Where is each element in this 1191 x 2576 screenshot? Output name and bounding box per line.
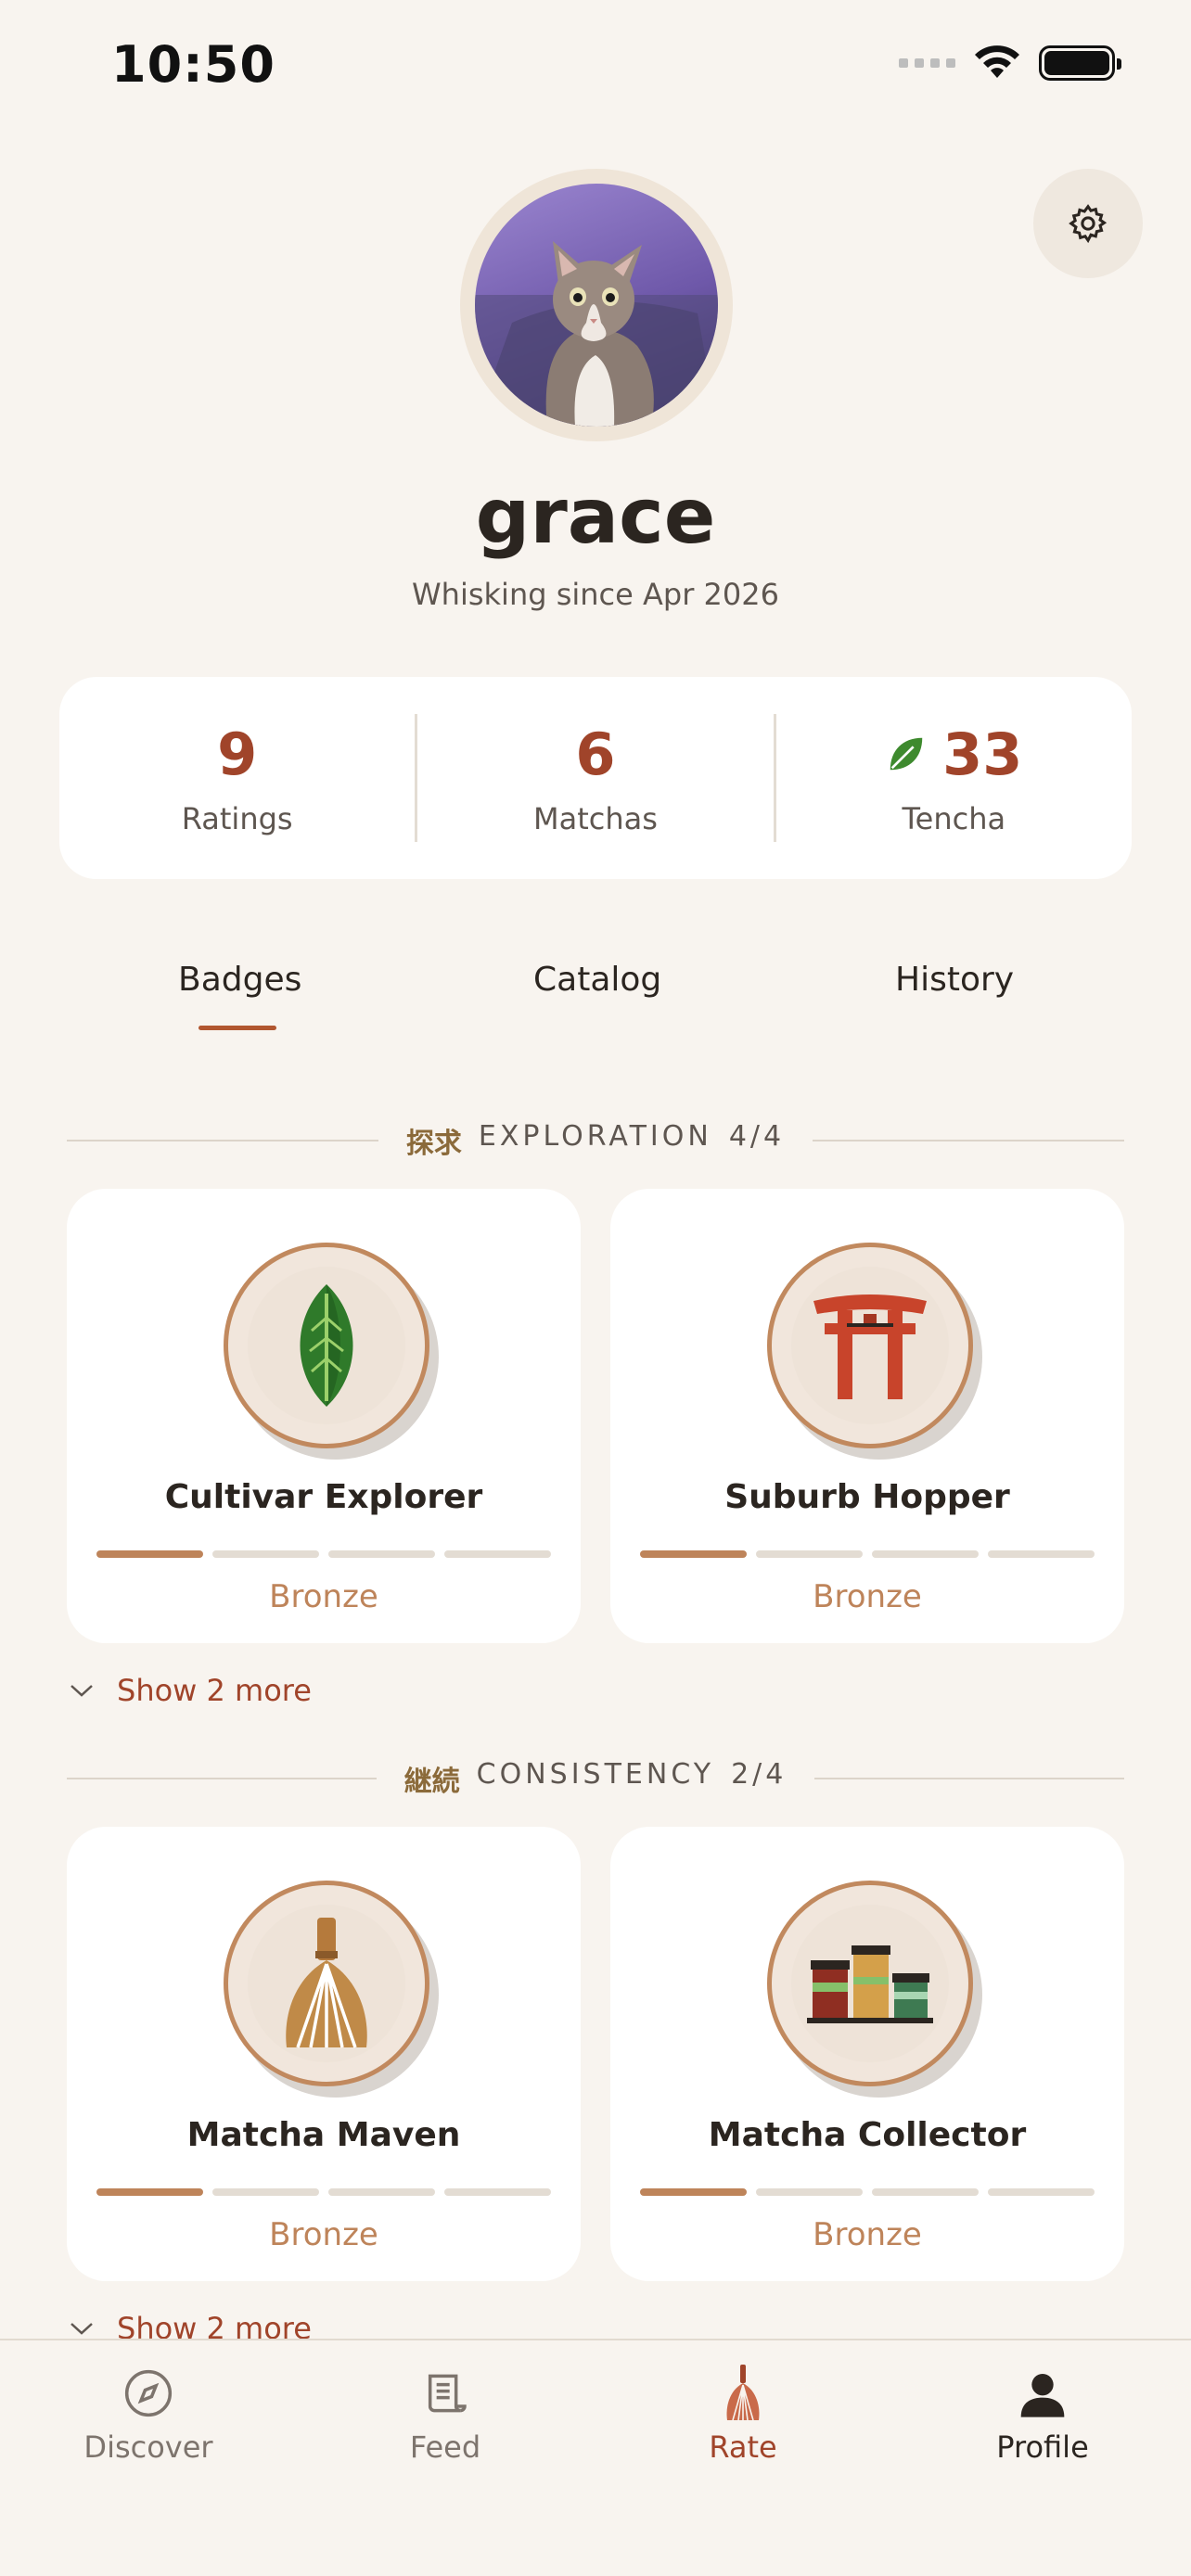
stat-tencha[interactable]: 33 Tencha <box>776 721 1132 836</box>
badge-card-matcha-maven[interactable]: Matcha Maven Bronze <box>67 1827 581 2281</box>
nav-label: Profile <box>996 2429 1089 2465</box>
torii-gate-icon <box>813 1294 927 1399</box>
status-icons <box>899 45 1121 82</box>
tea-tins-icon <box>807 1945 933 2023</box>
badge-medal <box>224 1243 429 1448</box>
nav-label: Feed <box>409 2429 481 2465</box>
status-time: 10:50 <box>111 35 275 94</box>
section-title: EXPLORATION <box>478 1120 712 1153</box>
badge-progress <box>640 1550 1095 1558</box>
stat-ratings[interactable]: 9 Ratings <box>59 721 415 836</box>
compass-icon <box>124 2369 173 2417</box>
stat-value: 9 <box>217 720 258 788</box>
badge-tier: Bronze <box>813 2216 922 2253</box>
nav-label: Discover <box>83 2429 213 2465</box>
cellular-signal-icon <box>899 58 955 68</box>
stat-value: 6 <box>575 720 616 788</box>
section-kanji: 探求 <box>405 1128 462 1160</box>
badge-name: Suburb Hopper <box>724 1478 1010 1516</box>
nav-profile[interactable]: Profile <box>950 2361 1135 2465</box>
whisk-icon <box>726 2365 760 2421</box>
leaf-icon <box>890 737 923 771</box>
badge-medal <box>224 1881 429 2086</box>
leaf-icon <box>300 1284 353 1407</box>
profile-since: Whisking since Apr 2026 <box>412 577 779 612</box>
stat-label: Ratings <box>181 800 293 836</box>
section-count: 2/4 <box>731 1758 788 1791</box>
avatar-ring[interactable] <box>460 169 733 441</box>
gear-icon <box>1069 204 1108 244</box>
battery-icon <box>1039 45 1121 81</box>
nav-rate[interactable]: Rate <box>650 2361 836 2465</box>
stat-matchas[interactable]: 6 Matchas <box>417 721 773 836</box>
badge-progress <box>96 2188 551 2196</box>
show-more-exploration[interactable]: Show 2 more <box>69 1673 312 1708</box>
badge-medal <box>767 1881 973 2086</box>
badge-card-cultivar-explorer[interactable]: Cultivar Explorer Bronze <box>67 1189 581 1643</box>
tab-badges[interactable]: Badges <box>178 961 301 999</box>
cat-photo <box>475 241 718 427</box>
nav-feed[interactable]: Feed <box>352 2361 538 2465</box>
badge-name: Matcha Maven <box>186 2116 461 2154</box>
badge-progress <box>640 2188 1095 2196</box>
badge-name: Cultivar Explorer <box>164 1478 483 1516</box>
section-header-consistency: 継続 CONSISTENCY 2/4 <box>67 1758 1124 1799</box>
wifi-icon <box>975 45 1019 78</box>
section-kanji: 継続 <box>403 1766 460 1798</box>
badge-tier: Bronze <box>813 1578 922 1615</box>
nav-discover[interactable]: Discover <box>56 2361 241 2465</box>
tab-catalog[interactable]: Catalog <box>533 961 661 999</box>
stat-label: Matchas <box>533 800 658 836</box>
tab-history[interactable]: History <box>895 961 1014 999</box>
person-icon <box>1020 2374 1065 2417</box>
badge-card-suburb-hopper[interactable]: Suburb Hopper Bronze <box>610 1189 1124 1643</box>
bottom-nav: Discover Feed Rate Profile <box>0 2339 1191 2576</box>
badge-name: Matcha Collector <box>708 2116 1027 2154</box>
active-tab-indicator <box>198 1026 276 1030</box>
section-header-exploration: 探求 EXPLORATION 4/4 <box>67 1120 1124 1161</box>
chevron-down-icon <box>70 2323 93 2335</box>
settings-button[interactable] <box>1033 169 1143 278</box>
stat-label: Tencha <box>902 800 1006 836</box>
stats-card: 9 Ratings 6 Matchas 33 Tencha <box>59 677 1132 879</box>
badge-tier: Bronze <box>269 2216 378 2253</box>
profile-username: grace <box>475 473 716 561</box>
badge-progress <box>96 1550 551 1558</box>
stat-value: 33 <box>942 720 1023 788</box>
avatar <box>475 184 718 427</box>
badge-card-matcha-collector[interactable]: Matcha Collector Bronze <box>610 1827 1124 2281</box>
scroll-icon <box>428 2374 467 2413</box>
nav-label: Rate <box>709 2429 777 2465</box>
badge-medal <box>767 1243 973 1448</box>
badge-tier: Bronze <box>269 1578 378 1615</box>
section-count: 4/4 <box>728 1120 786 1153</box>
section-title: CONSISTENCY <box>476 1758 715 1791</box>
show-more-label: Show 2 more <box>117 1673 312 1708</box>
chevron-down-icon <box>70 1685 93 1697</box>
chasen-whisk-icon <box>286 1918 367 2048</box>
